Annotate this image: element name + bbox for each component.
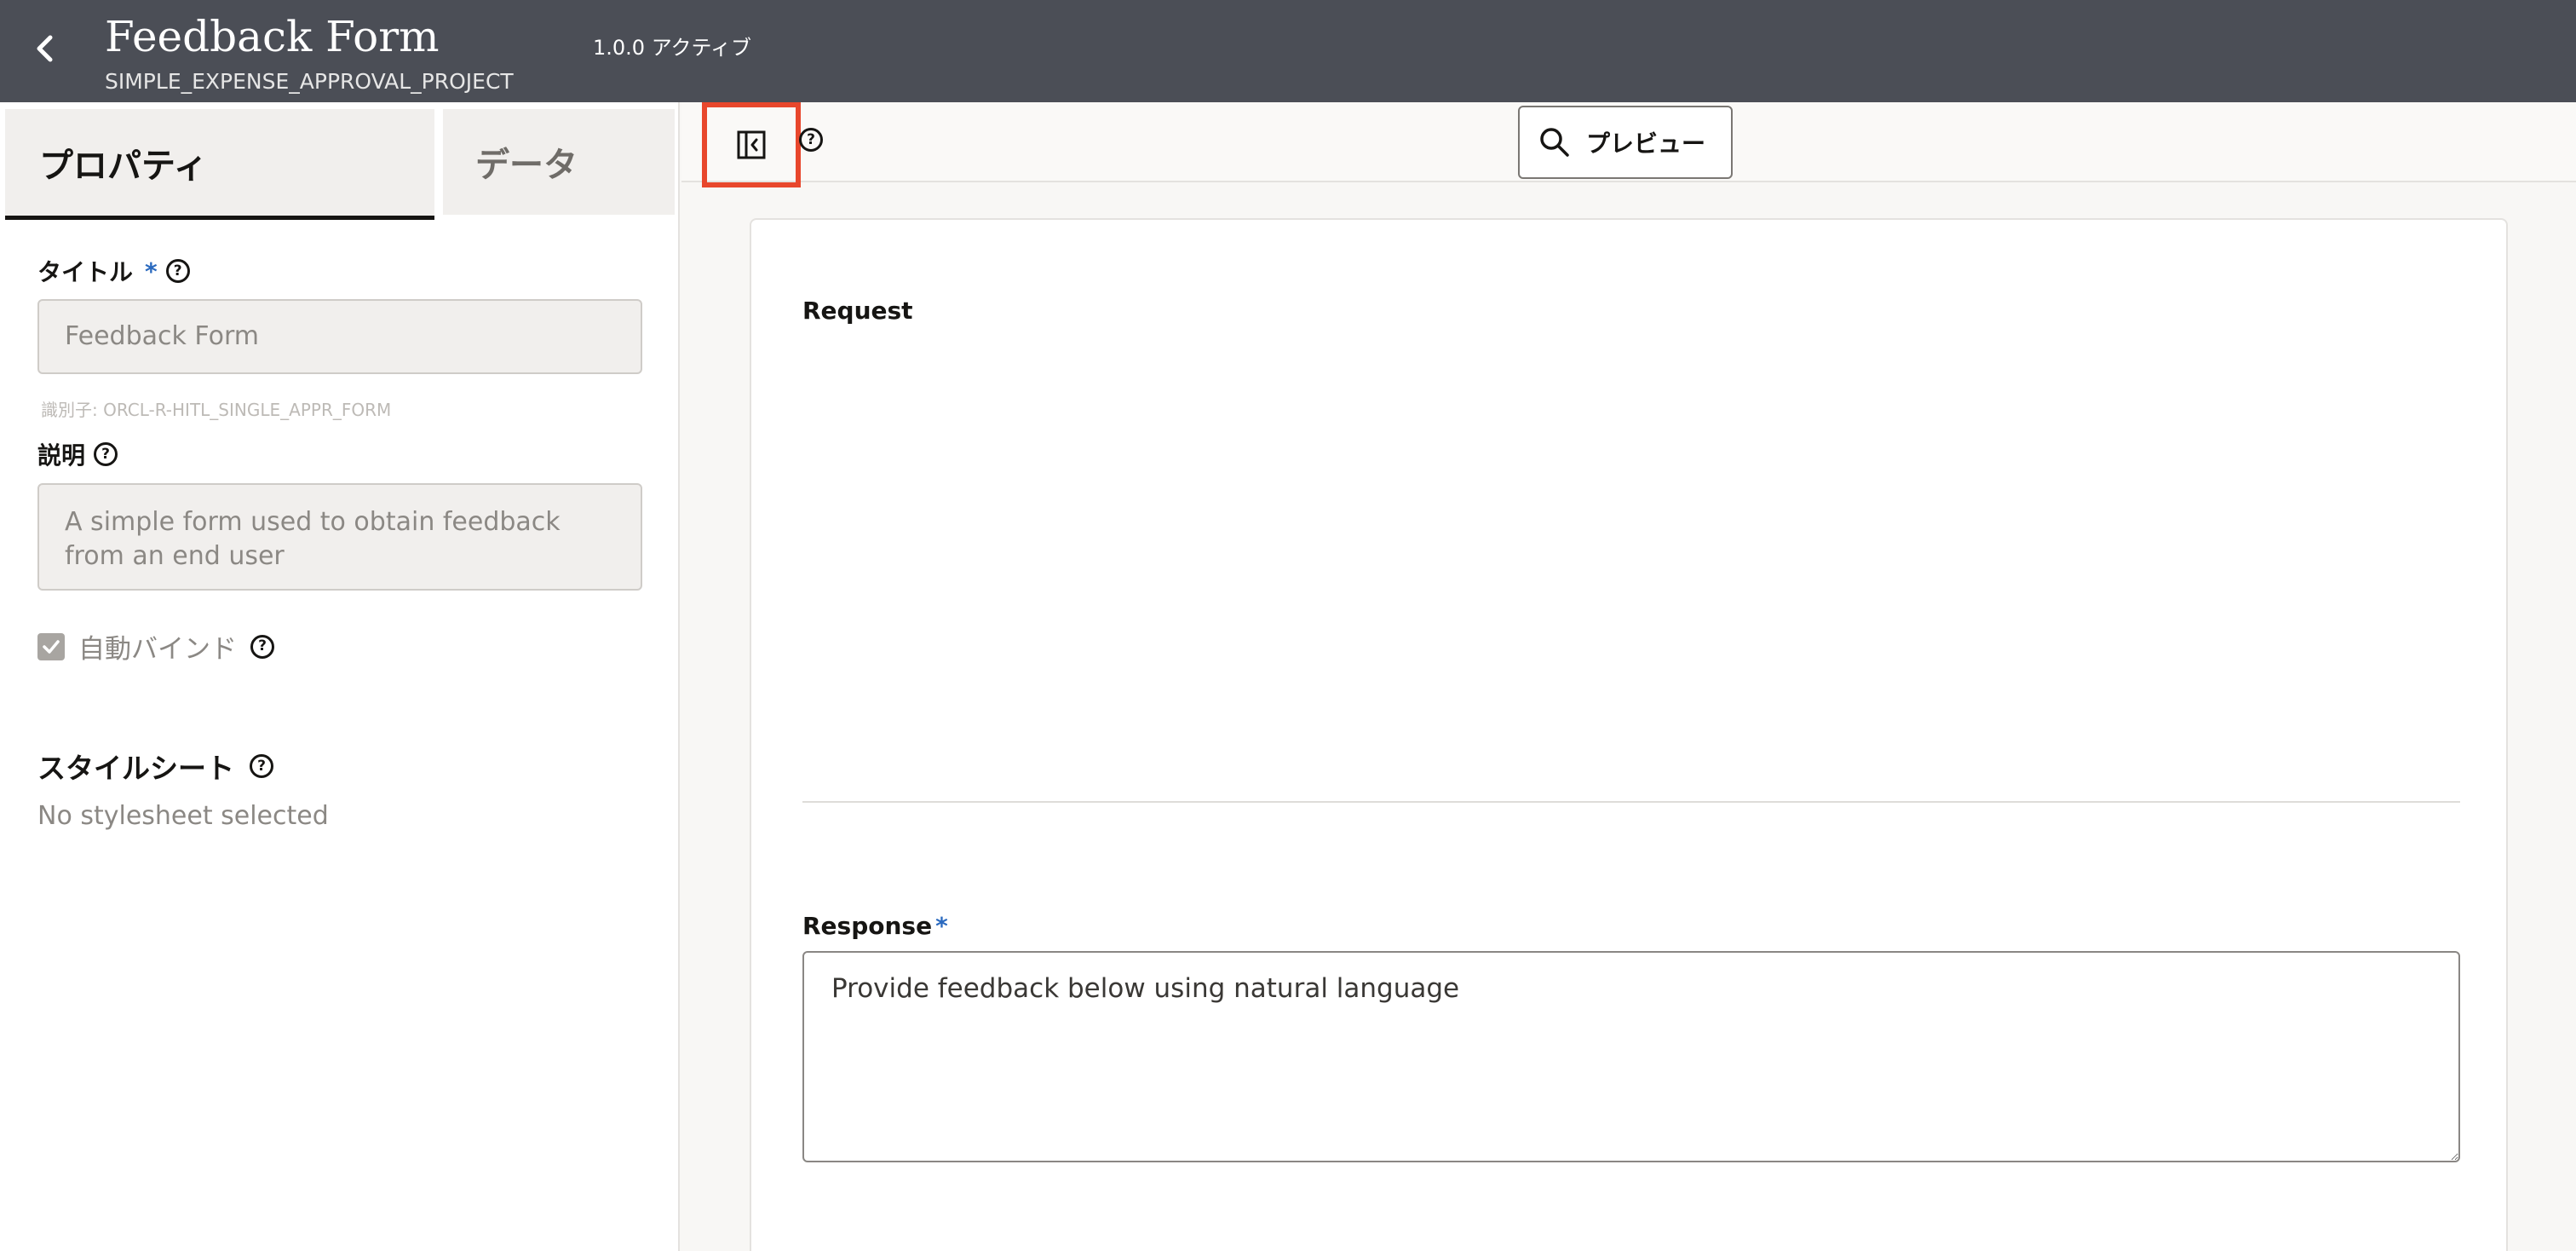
checkmark-icon [43,639,60,654]
title-field-label: タイトル * ? [37,254,190,288]
stylesheet-empty-text: No stylesheet selected [37,801,329,831]
title-label-text: タイトル [37,258,134,286]
chevron-left-icon [37,35,53,62]
help-icon[interactable]: ? [94,442,118,466]
collapse-panel-button[interactable] [702,102,801,187]
required-marker: * [935,912,948,940]
back-button[interactable] [26,26,63,72]
help-icon[interactable]: ? [165,259,190,283]
response-textarea[interactable] [802,951,2460,1162]
preview-label: プレビュー [1586,130,1706,158]
form-canvas: Request Response * [750,218,2508,1251]
description-input[interactable]: A simple form used to obtain feedback fr… [37,483,642,591]
response-label: Response * [802,912,948,940]
auto-bind-checkbox[interactable] [37,632,65,660]
auto-bind-label: 自動バインド [78,634,237,665]
auto-bind-row: 自動バインド ? [37,627,274,666]
search-icon [1540,128,1569,157]
app-header: Feedback Form SIMPLE_EXPENSE_APPROVAL_PR… [0,0,2576,102]
page-title: Feedback Form [105,12,440,61]
version-status: 1.0.0 アクティブ [593,36,752,60]
help-icon[interactable]: ? [250,754,273,778]
tab-properties[interactable]: プロパティ [5,109,434,220]
request-section-label: Request [802,297,913,325]
help-icon[interactable]: ? [250,634,274,659]
properties-panel: プロパティ データ タイトル * ? Feedback Form 識別子: ORC… [0,102,680,1251]
form-identifier: 識別子: ORCL-R-HITL_SINGLE_APPR_FORM [41,400,392,420]
stylesheet-title-text: スタイルシート [37,752,234,785]
description-field-label: 説明 ? [37,437,118,471]
title-input[interactable]: Feedback Form [37,299,642,374]
preview-button[interactable]: プレビュー [1518,106,1733,179]
stylesheet-heading: スタイルシート ? [37,746,273,787]
section-divider [802,801,2460,803]
tab-data[interactable]: データ [443,109,675,215]
description-label-text: 説明 [37,441,86,470]
required-marker: * [145,257,158,285]
panel-collapse-icon [737,130,766,159]
response-label-text: Response [802,912,933,940]
project-name: SIMPLE_EXPENSE_APPROVAL_PROJECT [105,69,514,94]
canvas-toolbar: ? プレビュー [681,102,2576,187]
panel-tabs: プロパティ データ [0,102,680,222]
help-icon[interactable]: ? [799,128,823,152]
